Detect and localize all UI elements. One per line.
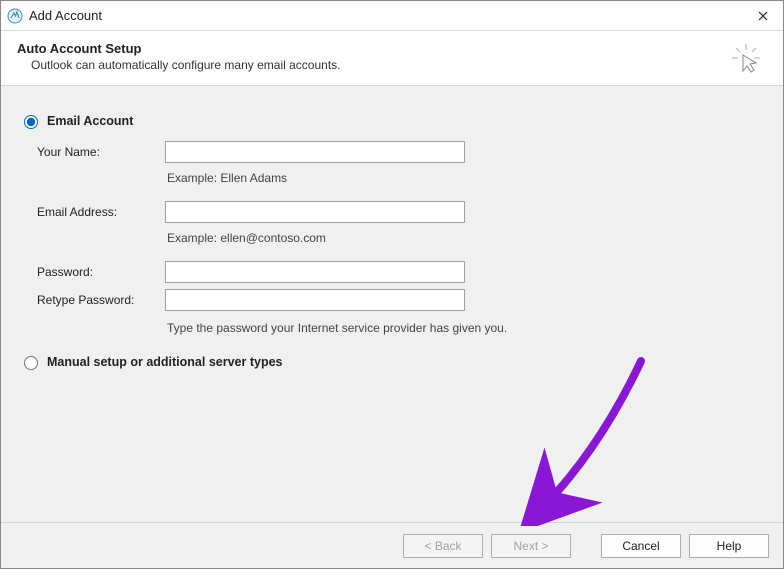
header-subtitle: Outlook can automatically configure many…: [31, 58, 341, 72]
retype-password-input[interactable]: [165, 289, 465, 311]
help-button[interactable]: Help: [689, 534, 769, 558]
content-area: Email Account Your Name: Example: Ellen …: [1, 86, 783, 522]
header-panel: Auto Account Setup Outlook can automatic…: [1, 31, 783, 86]
your-name-input[interactable]: [165, 141, 465, 163]
email-address-input[interactable]: [165, 201, 465, 223]
footer-buttons: < Back Next > Cancel Help: [1, 522, 783, 568]
email-account-radio[interactable]: [24, 115, 38, 129]
your-name-hint: Example: Ellen Adams: [165, 169, 465, 195]
close-icon: [758, 11, 768, 21]
password-hint: Type the password your Internet service …: [165, 317, 465, 335]
password-input[interactable]: [165, 261, 465, 283]
email-account-label: Email Account: [47, 114, 133, 128]
email-address-hint: Example: ellen@contoso.com: [165, 229, 465, 255]
your-name-label: Your Name:: [37, 145, 157, 159]
titlebar-left: Add Account: [7, 8, 102, 24]
titlebar: Add Account: [1, 1, 783, 31]
manual-setup-label: Manual setup or additional server types: [47, 355, 282, 369]
email-account-form: Your Name: Example: Ellen Adams Email Ad…: [37, 141, 765, 335]
email-account-option[interactable]: Email Account: [19, 112, 765, 129]
window-title: Add Account: [29, 8, 102, 23]
email-address-label: Email Address:: [37, 205, 157, 219]
manual-setup-option[interactable]: Manual setup or additional server types: [19, 353, 765, 370]
header-title: Auto Account Setup: [17, 41, 341, 56]
outlook-icon: [7, 8, 23, 24]
cancel-button[interactable]: Cancel: [601, 534, 681, 558]
titlebar-right: [743, 1, 783, 31]
next-button[interactable]: Next >: [491, 534, 571, 558]
add-account-window: Add Account Auto Account Setup Outlook c…: [0, 0, 784, 569]
close-button[interactable]: [743, 1, 783, 31]
back-button[interactable]: < Back: [403, 534, 483, 558]
manual-setup-radio[interactable]: [24, 356, 38, 370]
cursor-click-icon: [731, 43, 761, 73]
retype-password-label: Retype Password:: [37, 293, 157, 307]
header-texts: Auto Account Setup Outlook can automatic…: [17, 41, 341, 72]
password-label: Password:: [37, 265, 157, 279]
